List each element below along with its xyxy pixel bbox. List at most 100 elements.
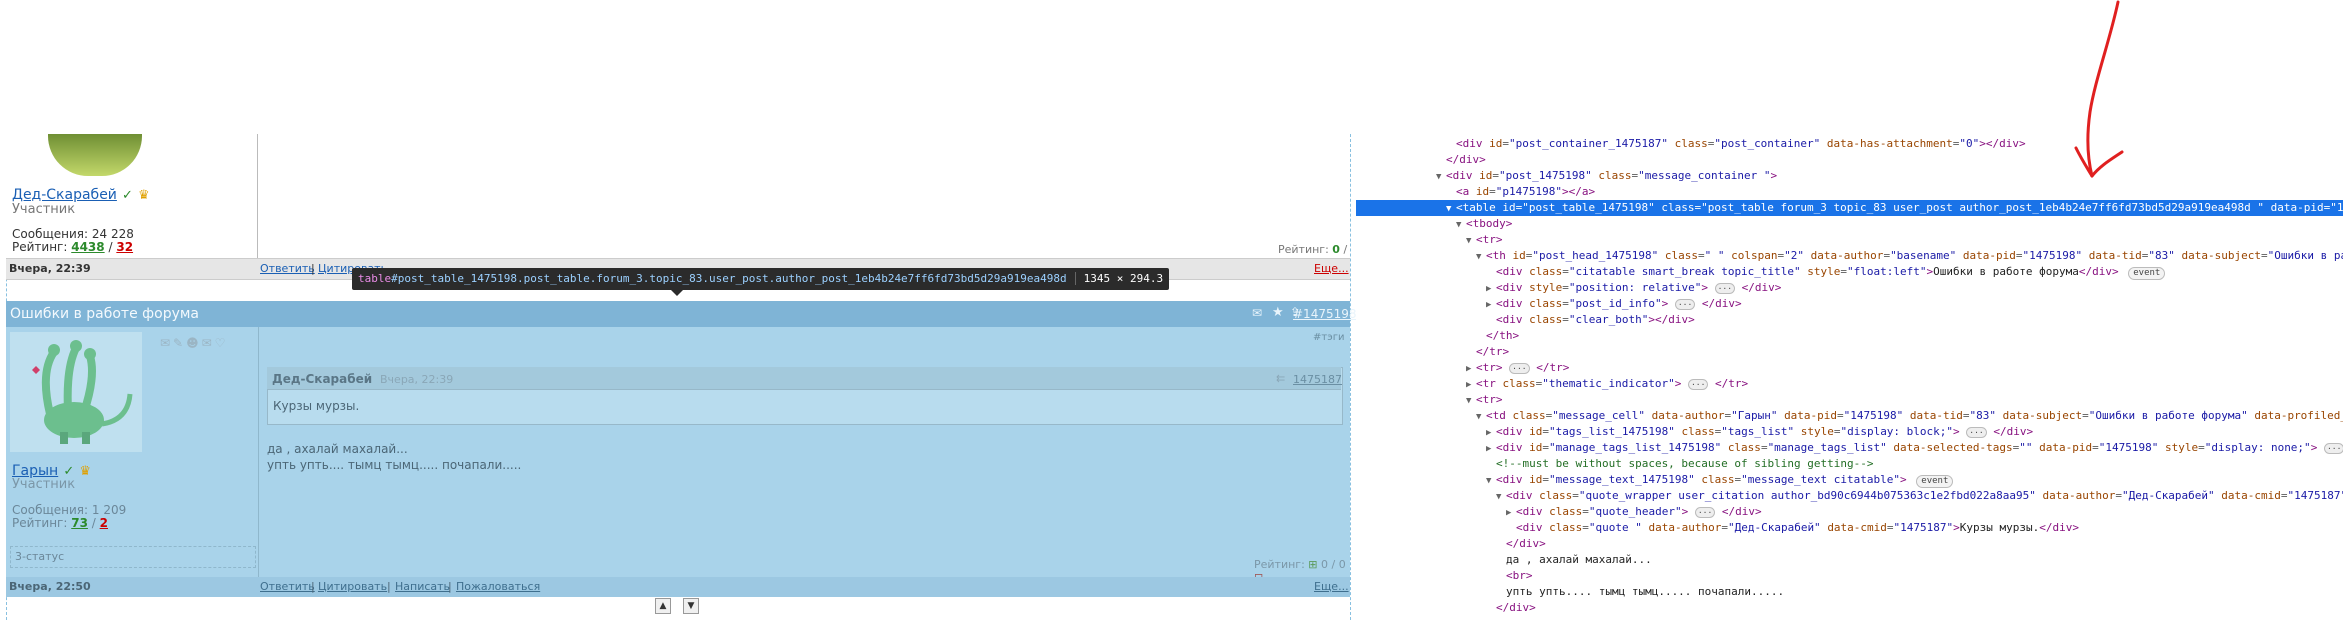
dom-node-markup: <div class="quote_header"> ··· </div> (1516, 505, 1762, 518)
rating-label: Рейтинг: (12, 240, 68, 254)
quote-author: Дед-Скарабей (272, 372, 373, 386)
user-message-count: Сообщения: 1 209 (12, 503, 127, 517)
dom-node-markup: <div id="post_1475198" class="message_co… (1446, 169, 1778, 182)
collapse-triangle-icon[interactable]: ▼ (1496, 489, 1506, 505)
collapse-triangle-icon[interactable]: ▼ (1436, 169, 1446, 185)
collapse-triangle-icon[interactable]: ▼ (1486, 473, 1496, 489)
dom-node-line[interactable]: ▼ <tr> (1466, 392, 1503, 408)
collapse-triangle-icon[interactable]: ▼ (1476, 409, 1486, 425)
tags-link[interactable]: #тэги (1313, 332, 1344, 343)
dom-node-line[interactable]: ▼ <div id="post_1475198" class="message_c… (1436, 168, 1777, 184)
post-rating-label: Рейтинг: (1254, 558, 1305, 571)
tooltip-size: 1345 × 294.3 (1074, 272, 1164, 285)
devtools-elements-panel: <div id="post_container_1475187" class="… (1356, 130, 2343, 620)
dom-node-line[interactable]: <!--must be without spaces, because of s… (1486, 456, 1874, 472)
dom-node-selected[interactable]: ▼ <table id="post_table_1475198" class="p… (1356, 200, 2343, 216)
expand-triangle-icon[interactable]: ▶ (1506, 505, 1516, 521)
dom-node-line[interactable]: ▶ <div class="quote_header"> ··· </div> (1506, 504, 1762, 520)
dom-node-markup: <div id="manage_tags_list_1475198" class… (1496, 441, 2343, 454)
dom-node-markup: <div id="post_container_1475187" class="… (1456, 137, 2026, 150)
dom-node-line[interactable]: ▼ <tr> (1466, 232, 1503, 248)
dom-node-line[interactable]: <div class="citatable smart_break topic_… (1486, 264, 2166, 280)
dom-node-line[interactable]: ▶ <div id="tags_list_1475198" class="tags… (1486, 424, 2033, 440)
dom-node-line[interactable]: </div> (1436, 152, 1486, 168)
user-block: Дед-Скарабей ✓ ♛ (12, 184, 150, 203)
reply-link[interactable]: Ответить (260, 262, 315, 275)
rating-negative[interactable]: 2 (100, 516, 108, 530)
dom-node-line[interactable]: упть упть.... тымц тымц..... почапали...… (1496, 584, 1784, 600)
user-tool-icons[interactable]: ✉✎☻✉♡ (160, 336, 228, 350)
user-role: Участник (12, 477, 76, 492)
action-separator: | (387, 580, 391, 593)
star-icon[interactable]: ★ (1272, 305, 1284, 320)
more-link[interactable]: Еще... (1314, 262, 1349, 275)
dom-node-line[interactable]: ▶ <div class="post_id_info"> ··· </div> (1486, 296, 1742, 312)
dom-node-line[interactable]: ▼ <th id="post_head_1475198" class=" " co… (1476, 248, 2343, 264)
dom-node-markup: <tr class="thematic_indicator"> ··· </tr… (1476, 377, 1749, 390)
scroll-up-button[interactable]: ▲ (655, 598, 671, 614)
rating-separator: / (91, 516, 96, 530)
dom-node-markup: <div class="clear_both"></div> (1496, 313, 1695, 326)
dom-node-line[interactable]: <a id="p1475198"></a> (1446, 184, 1595, 200)
collapse-triangle-icon[interactable]: ▼ (1466, 233, 1476, 249)
reply-link[interactable]: Ответить (260, 580, 315, 593)
dom-node-markup: <td class="message_cell" data-author="Га… (1486, 409, 2343, 422)
dom-node-line[interactable]: ▶ <tr class="thematic_indicator"> ··· </t… (1466, 376, 1748, 392)
post-rating-positive: 0 (1332, 243, 1340, 256)
quote-source-link[interactable]: 1475187 (1293, 373, 1342, 386)
dom-node-line[interactable]: <div id="post_container_1475187" class="… (1446, 136, 2026, 152)
dom-node-line[interactable]: </tr> (1466, 344, 1509, 360)
dom-node-line[interactable]: <div class="quote " data-author="Дед-Ска… (1506, 520, 2079, 536)
dom-node-line[interactable]: <br> (1496, 568, 1533, 584)
dom-node-markup: <div class="quote_wrapper user_citation … (1506, 489, 2343, 502)
expand-triangle-icon[interactable]: ▶ (1486, 425, 1496, 441)
expand-triangle-icon[interactable]: ▶ (1466, 377, 1476, 393)
post-rating-value: 0 / 0 (1321, 558, 1346, 571)
dom-node-markup: <br> (1506, 569, 1533, 582)
expand-triangle-icon[interactable]: ▶ (1486, 441, 1496, 457)
collapse-triangle-icon[interactable]: ▼ (1466, 393, 1476, 409)
rating-negative[interactable]: 32 (116, 240, 133, 254)
post-footer: Вчера, 22:50 Ответить | Цитировать | Нап… (6, 577, 1350, 597)
dom-node-line[interactable]: да , ахалай махалай... (1496, 552, 1652, 568)
dom-node-markup: <!--must be without spaces, because of s… (1496, 457, 1874, 470)
dom-node-line[interactable]: ▶ <div style="position: relative"> ··· </… (1486, 280, 1781, 296)
collapse-triangle-icon[interactable]: ▼ (1476, 249, 1486, 265)
dom-node-markup: <tr> (1476, 393, 1503, 406)
action-separator: | (311, 580, 315, 593)
post-permalink[interactable]: #1475198 (1293, 307, 1357, 321)
collapse-triangle-icon[interactable]: ▼ (1446, 201, 1456, 217)
dom-node-markup: <tr> (1476, 233, 1503, 246)
message-line-1: да , ахалай махалай... (267, 442, 408, 456)
collapse-triangle-icon[interactable]: ▼ (1456, 217, 1466, 233)
dom-node-markup: </tr> (1476, 345, 1510, 358)
rating-positive[interactable]: 4438 (71, 240, 104, 254)
quote-link[interactable]: Цитировать (318, 580, 387, 593)
dom-node-line[interactable]: ▼ <tbody> (1456, 216, 1512, 232)
annotation-arrow-icon (2074, 0, 2124, 178)
tooltip-arrow (671, 290, 683, 296)
dom-node-line[interactable]: </div> (1486, 600, 1536, 616)
expand-triangle-icon[interactable]: ▶ (1466, 361, 1476, 377)
username-link[interactable]: Дед-Скарабей (12, 187, 117, 203)
dom-node-markup: <div id="message_text_1475198" class="me… (1496, 473, 1954, 488)
write-link[interactable]: Написать (395, 580, 450, 593)
expand-triangle-icon[interactable]: ▶ (1486, 297, 1496, 313)
expand-triangle-icon[interactable]: ▶ (1486, 281, 1496, 297)
dom-node-line[interactable]: ▶ <tr> ··· </tr> (1466, 360, 1569, 376)
dom-node-line[interactable]: <div class="clear_both"></div> (1486, 312, 1695, 328)
rating-plus-icon[interactable]: ⊞ (1308, 558, 1317, 571)
action-separator: | (448, 580, 452, 593)
scroll-down-button[interactable]: ▼ (683, 598, 699, 614)
dom-node-line[interactable]: ▼ <div id="message_text_1475198" class="m… (1486, 472, 1954, 489)
dom-node-markup: <tr> ··· </tr> (1476, 361, 1570, 374)
dom-node-line[interactable]: </div> (1496, 536, 1546, 552)
dom-node-line[interactable]: ▼ <td class="message_cell" data-author="Г… (1476, 408, 2343, 424)
dom-node-line[interactable]: ▶ <div id="manage_tags_list_1475198" clas… (1486, 440, 2343, 456)
more-link[interactable]: Еще... (1314, 580, 1349, 593)
rating-positive[interactable]: 73 (71, 516, 88, 530)
dom-node-line[interactable]: </th> (1476, 328, 1519, 344)
report-link[interactable]: Пожаловаться (456, 580, 540, 593)
dom-node-line[interactable]: ▼ <div class="quote_wrapper user_citation… (1496, 488, 2343, 504)
envelope-icon[interactable]: ✉ (1252, 306, 1262, 320)
